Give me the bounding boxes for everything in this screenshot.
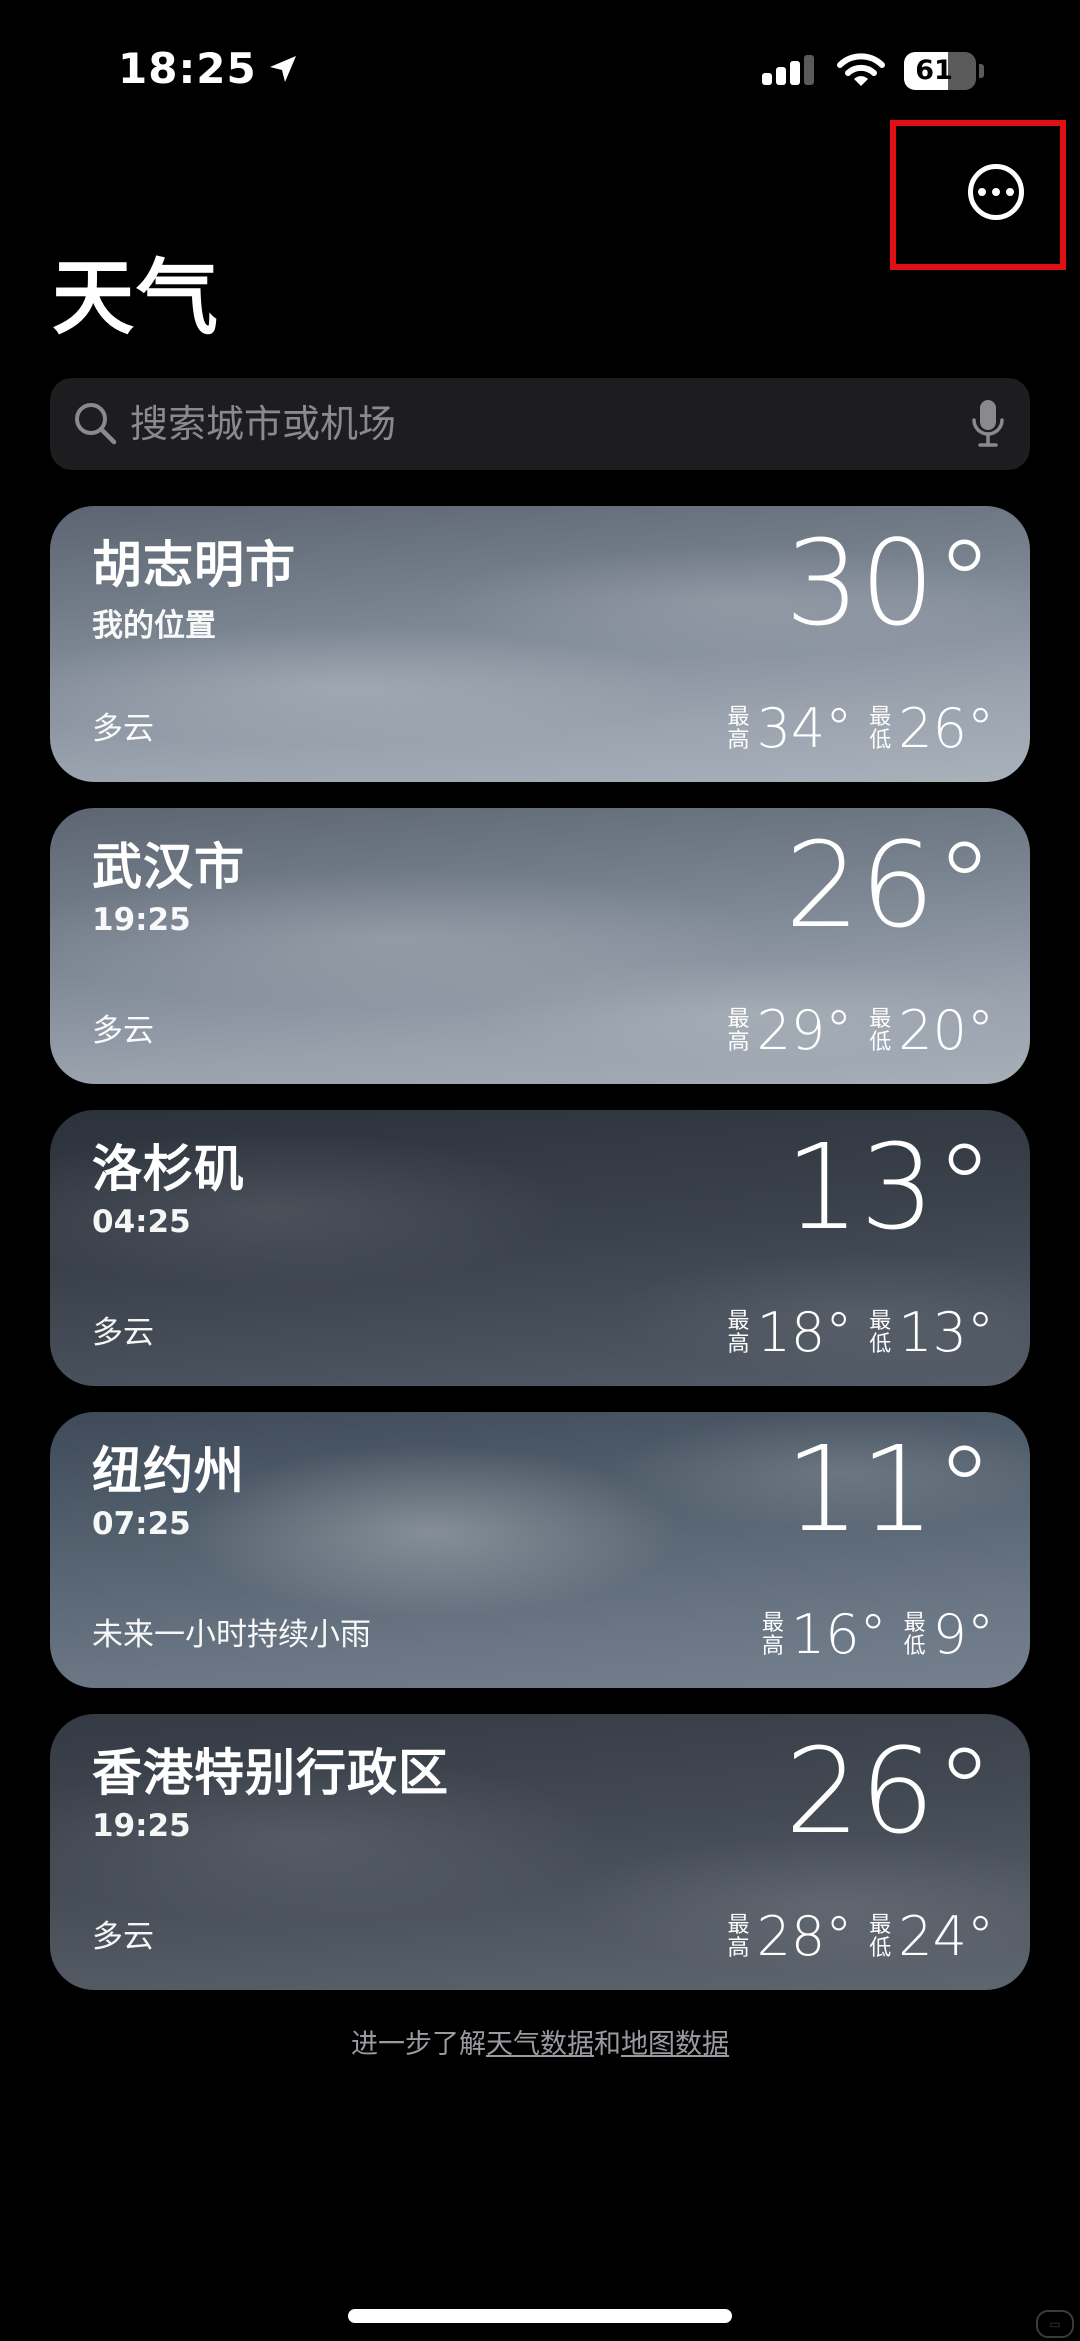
- search-icon: [75, 403, 117, 445]
- status-bar: 18:25 61: [0, 0, 1080, 140]
- cellular-signal-icon: [762, 55, 814, 85]
- location-arrow-icon: [269, 55, 296, 82]
- attribution-prefix: 进一步了解: [351, 2029, 486, 2060]
- cloud-texture: [170, 1442, 690, 1622]
- attribution-conjunction: 和: [594, 2029, 621, 2060]
- high-low-temperature: 最高 29° 最低 20°: [727, 1004, 994, 1058]
- battery-level-text: 61: [915, 55, 953, 86]
- city-name: 武汉市: [92, 838, 245, 896]
- high-label: 最高: [727, 1308, 750, 1357]
- search-bar[interactable]: [50, 378, 1030, 470]
- status-indicators: 61: [762, 52, 984, 90]
- city-subtitle: 19:25: [92, 902, 191, 938]
- low-temperature: 13°: [898, 1301, 994, 1364]
- high-temperature: 18°: [756, 1301, 853, 1364]
- weather-condition: 未来一小时持续小雨: [92, 1617, 371, 1653]
- low-temperature: 9°: [932, 1603, 994, 1666]
- city-name: 香港特别行政区: [92, 1744, 449, 1802]
- ellipsis-dot: [978, 188, 986, 196]
- high-temperature: 28°: [756, 1905, 853, 1968]
- weather-condition: 多云: [92, 1919, 154, 1955]
- low-label: 最低: [903, 1610, 926, 1659]
- city-name: 胡志明市: [92, 536, 296, 594]
- battery-tip: [979, 64, 984, 78]
- weather-card-wuhan[interactable]: 武汉市 19:25 26° 多云 最高 29° 最低 20°: [50, 808, 1030, 1084]
- battery-icon: 61: [904, 52, 976, 90]
- high-temperature: 29°: [756, 999, 853, 1062]
- weather-condition: 多云: [92, 1013, 154, 1049]
- city-subtitle: 07:25: [92, 1506, 191, 1542]
- low-label: 最低: [869, 1308, 892, 1357]
- city-subtitle: 我的位置: [92, 608, 216, 644]
- ellipsis-dot: [1006, 188, 1014, 196]
- status-time: 18:25: [118, 44, 299, 93]
- data-attribution: 进一步了解天气数据和地图数据: [0, 2022, 1080, 2061]
- map-data-link[interactable]: 地图数据: [621, 2029, 729, 2060]
- low-temperature: 26°: [898, 697, 994, 760]
- city-subtitle: 04:25: [92, 1204, 191, 1240]
- low-label: 最低: [869, 704, 892, 753]
- high-label: 最高: [761, 1610, 784, 1659]
- weather-condition: 多云: [92, 1315, 154, 1351]
- high-low-temperature: 最高 28° 最低 24°: [727, 1910, 994, 1964]
- city-name: 纽约州: [92, 1442, 245, 1500]
- weather-card-new-york[interactable]: 纽约州 07:25 11° 未来一小时持续小雨 最高 16° 最低 9°: [50, 1412, 1030, 1688]
- low-label: 最低: [869, 1912, 892, 1961]
- low-temperature: 20°: [898, 999, 994, 1062]
- weather-data-link[interactable]: 天气数据: [486, 2029, 594, 2060]
- weather-card-hong-kong[interactable]: 香港特别行政区 19:25 26° 多云 最高 28° 最低 24°: [50, 1714, 1030, 1990]
- status-time-text: 18:25: [118, 44, 257, 93]
- page-title: 天气: [52, 251, 221, 346]
- watermark-logo: ▭: [1036, 2310, 1074, 2338]
- weather-condition: 多云: [92, 711, 154, 747]
- wifi-icon: [837, 53, 885, 86]
- city-name: 洛杉矶: [92, 1140, 245, 1198]
- high-temperature: 16°: [790, 1603, 887, 1666]
- high-label: 最高: [727, 1006, 750, 1055]
- ellipsis-circle-icon[interactable]: [968, 164, 1024, 220]
- current-temperature: 26°: [784, 1722, 994, 1860]
- weather-card-los-angeles[interactable]: 洛杉矶 04:25 13° 多云 最高 18° 最低 13°: [50, 1110, 1030, 1386]
- weather-card-ho-chi-minh[interactable]: 胡志明市 我的位置 30° 多云 最高 34° 最低 26°: [50, 506, 1030, 782]
- high-label: 最高: [727, 1912, 750, 1961]
- current-temperature: 30°: [784, 514, 994, 652]
- low-label: 最低: [869, 1006, 892, 1055]
- low-temperature: 24°: [898, 1905, 994, 1968]
- current-temperature: 13°: [784, 1118, 994, 1256]
- ellipsis-dot: [992, 188, 1000, 196]
- high-temperature: 34°: [756, 697, 853, 760]
- high-low-temperature: 最高 34° 最低 26°: [727, 702, 994, 756]
- high-low-temperature: 最高 16° 最低 9°: [761, 1608, 994, 1662]
- home-indicator[interactable]: [348, 2309, 732, 2323]
- city-subtitle: 19:25: [92, 1808, 191, 1844]
- high-label: 最高: [727, 704, 750, 753]
- current-temperature: 26°: [784, 816, 994, 954]
- microphone-icon[interactable]: [970, 398, 1006, 450]
- current-temperature: 11°: [784, 1420, 994, 1558]
- high-low-temperature: 最高 18° 最低 13°: [727, 1306, 994, 1360]
- search-input[interactable]: [128, 378, 990, 470]
